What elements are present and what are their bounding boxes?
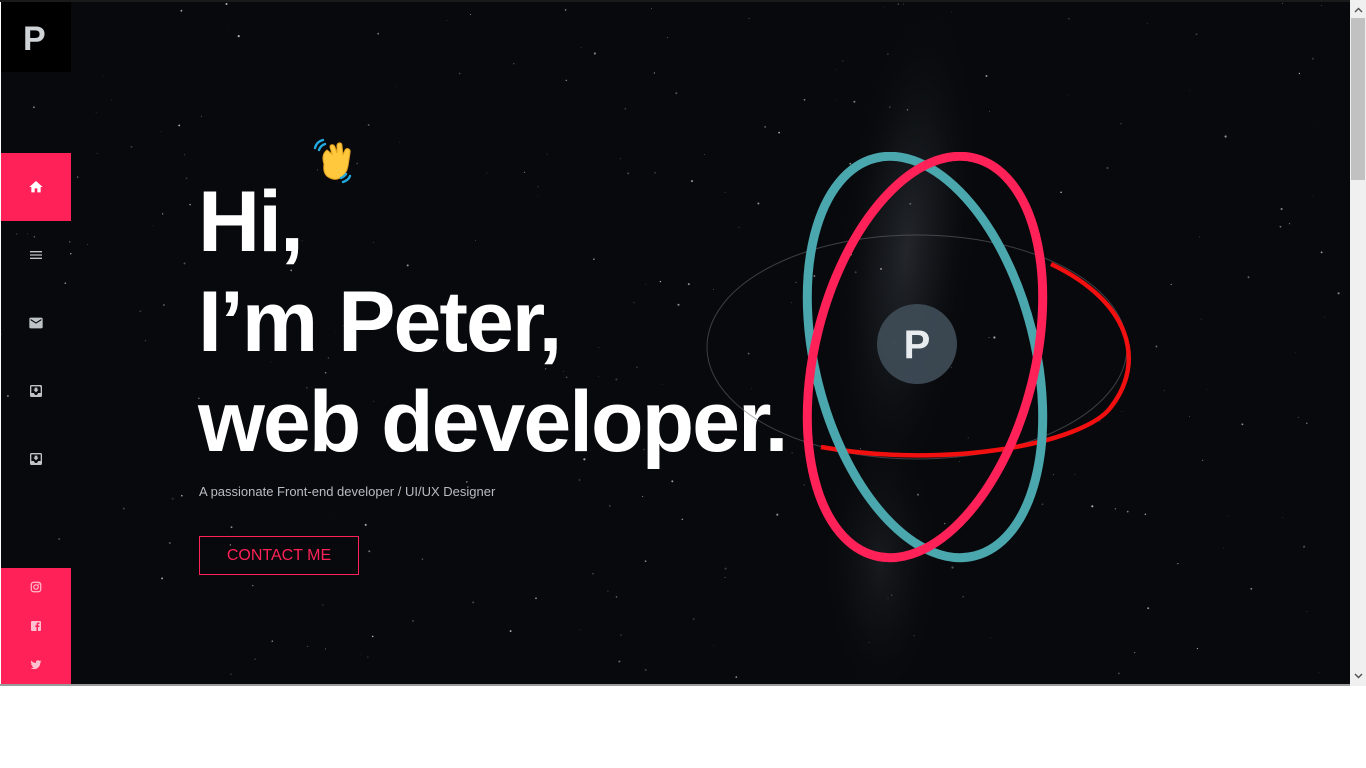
instagram-icon [30, 581, 42, 593]
home-icon [29, 181, 43, 193]
mail-icon [29, 317, 43, 329]
chevron-up-icon [1354, 7, 1362, 13]
hero-headline: Hi, I’m Peter, web developer. [198, 172, 789, 472]
social-instagram[interactable] [1, 577, 71, 597]
atom-logo-graphic: P [706, 152, 1132, 563]
social-links [1, 568, 71, 684]
nav-contact[interactable] [1, 289, 71, 357]
hero-role: web developer. [198, 374, 789, 470]
vertical-scrollbar[interactable] [1350, 0, 1366, 686]
social-facebook[interactable] [1, 616, 71, 636]
hero-subtitle: A passionate Front-end developer / UI/UX… [199, 484, 496, 499]
nav-menu[interactable] [1, 221, 71, 289]
scrollbar-thumb[interactable] [1351, 18, 1365, 180]
download-box-icon [30, 453, 42, 465]
download-box-icon [30, 385, 42, 397]
hero-name: I’m Peter, [198, 274, 562, 370]
nav-download-1[interactable] [1, 357, 71, 425]
menu-icon [30, 251, 42, 259]
facebook-icon [31, 621, 41, 631]
social-twitter[interactable] [1, 655, 71, 675]
scroll-up-button[interactable] [1350, 2, 1366, 18]
chevron-down-icon [1354, 673, 1362, 679]
nav-download-2[interactable] [1, 425, 71, 493]
hero-greeting: Hi, [198, 174, 304, 270]
hero-section: Hi, I’m Peter, web developer. A passiona… [1, 2, 1350, 684]
brand-logo[interactable]: P [1, 2, 71, 72]
contact-me-button[interactable]: CONTACT ME [199, 536, 359, 575]
nav-home[interactable] [1, 153, 71, 221]
atom-center-letter: P [904, 323, 931, 367]
page-bottom-edge [0, 684, 1351, 686]
scroll-down-button[interactable] [1350, 668, 1366, 684]
logo-letter: P [23, 20, 46, 54]
twitter-icon [30, 660, 42, 670]
sidebar: P [1, 2, 71, 684]
